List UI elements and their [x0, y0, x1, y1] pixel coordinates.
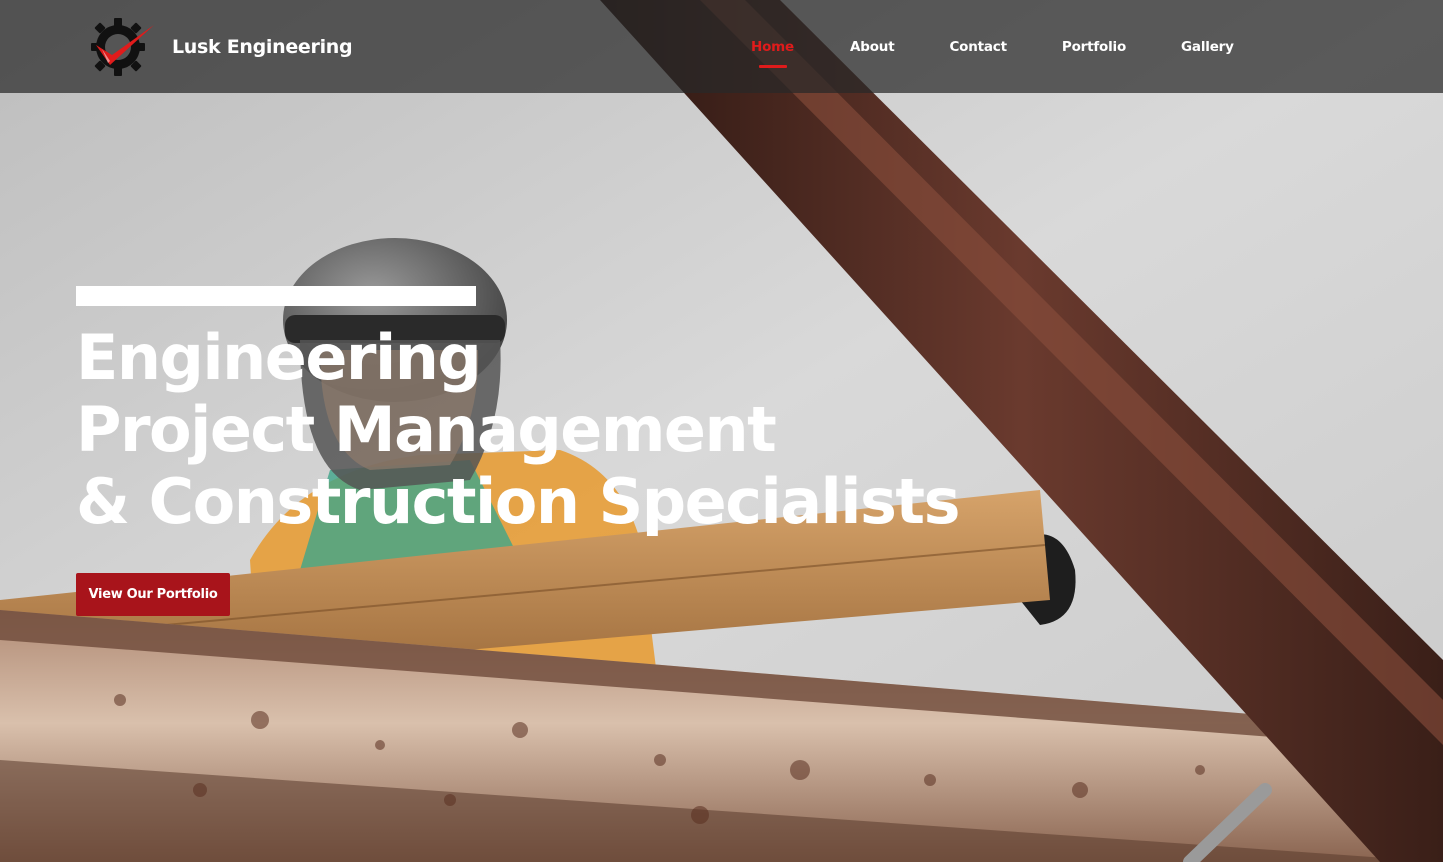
nav-item-portfolio[interactable]: Portfolio [1062, 39, 1126, 55]
hero-title-line: & Construction Specialists [76, 465, 960, 538]
main-nav: Home About Contact Portfolio Gallery [720, 0, 1234, 93]
nav-item-label: Home [751, 38, 794, 55]
hero-title: Engineering Project Management & Constru… [76, 321, 960, 538]
hero-title-line: Project Management [76, 393, 777, 466]
nav-item-contact[interactable]: Contact [949, 38, 1007, 55]
nav-item-label: Portfolio [1061, 38, 1127, 55]
nav-item-gallery[interactable]: Gallery [1181, 39, 1234, 55]
view-portfolio-button[interactable]: View Our Portfolio [76, 573, 230, 616]
gear-checkmark-logo-icon [91, 18, 154, 76]
nav-item-label: Contact [949, 38, 1007, 55]
header-bar: Lusk Engineering Home About Contact Port… [0, 0, 1443, 93]
nav-item-label: Gallery [1181, 38, 1234, 55]
hero-accent-bar [76, 286, 476, 306]
hero: Engineering Project Management & Constru… [76, 286, 960, 538]
nav-item-label: About [850, 38, 895, 55]
nav-item-home[interactable]: Home [751, 38, 794, 68]
hero-title-line: Engineering [76, 321, 482, 394]
brand[interactable]: Lusk Engineering [88, 16, 353, 78]
active-nav-indicator [758, 64, 787, 68]
nav-item-about[interactable]: About [850, 38, 895, 55]
page: Lusk Engineering Home About Contact Port… [0, 0, 1443, 862]
brand-name: Lusk Engineering [172, 36, 353, 58]
